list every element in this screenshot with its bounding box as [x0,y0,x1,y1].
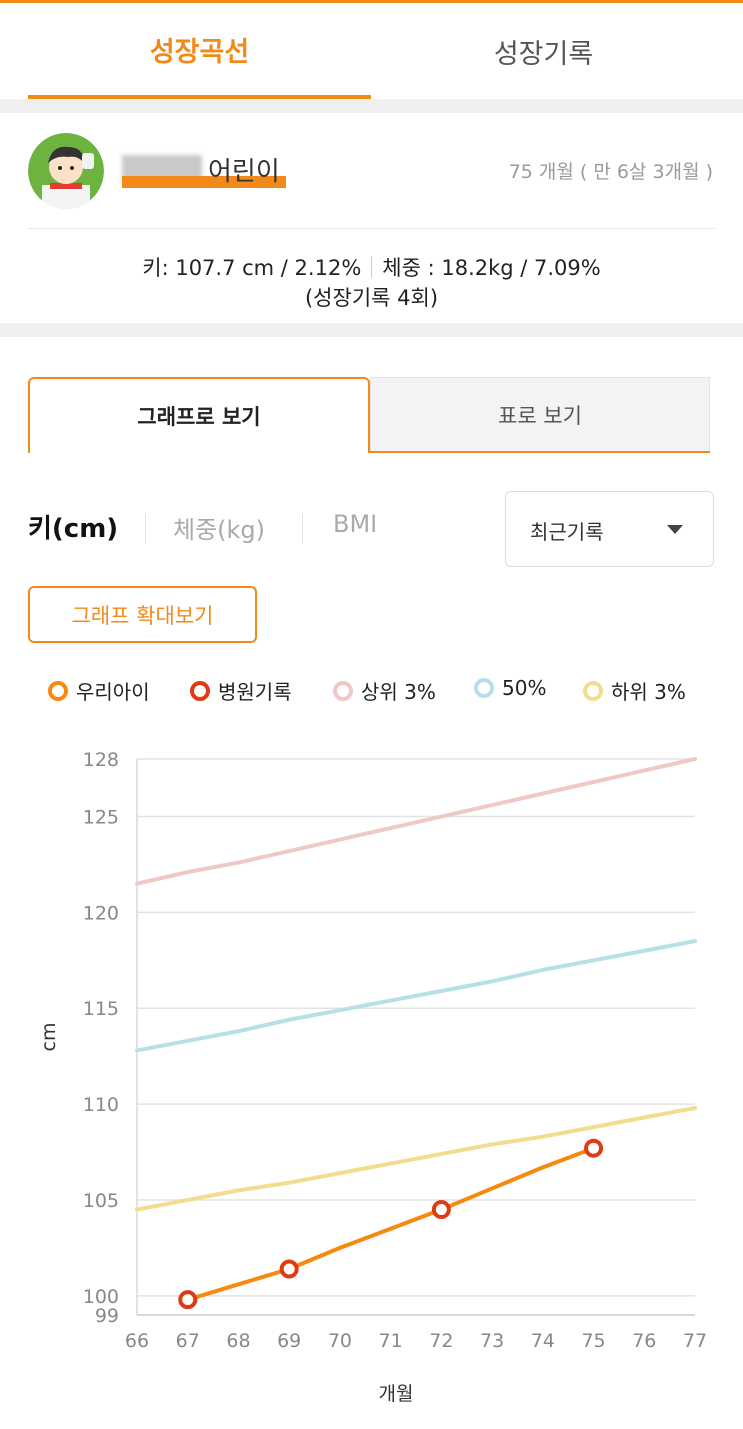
metric-height[interactable]: 키(cm) [28,508,118,545]
x-tick-label: 75 [581,1330,605,1352]
series-line-p50 [135,939,697,1053]
growth-chart: 99100 105 110 115 120 125 128 66 67 68 69 70 71 72 73 7… [38,749,707,1405]
section-separator [0,99,743,113]
x-tick-label: 67 [176,1330,200,1352]
data-point [178,1290,198,1310]
x-tick-label: 72 [429,1330,453,1352]
x-axis-label: 개월 [379,1383,414,1405]
graph-zoom-button[interactable]: 그래프 확대보기 [28,586,257,643]
y-axis-label: cm [38,1023,60,1052]
series-line-top3 [135,757,697,886]
y-tick-label: 100 [83,1286,119,1308]
legend-marker-icon [48,680,68,701]
select-value: 최근기록 [530,520,604,544]
child-profile: 어린이 75 개월 ( 만 6살 3개월 ) 키: 107.7 cm / 2.1… [0,113,743,323]
tab-table-view[interactable]: 표로 보기 [370,377,710,451]
legend-hospital: 병원기록 [190,676,292,705]
tab-underline [370,451,710,453]
metric-weight[interactable]: 체중(kg) [173,510,265,545]
stat-divider [371,256,373,278]
avatar [28,133,104,209]
y-tick-label: 120 [83,902,119,924]
x-tick-label: 71 [379,1330,403,1352]
tab-growth-records[interactable]: 성장기록 [372,3,715,99]
data-point [584,1138,604,1158]
y-tick-label: 125 [83,807,119,829]
legend-marker-icon [474,678,494,698]
legend-mine: 우리아이 [48,676,150,705]
record-range-select[interactable]: 최근기록 [505,491,714,567]
legend-marker-icon [333,680,353,701]
x-tick-label: 74 [531,1330,555,1352]
x-tick-label: 70 [328,1330,352,1352]
legend-bottom3: 하위 3% [583,676,686,705]
x-tick-label: 66 [125,1330,149,1352]
y-tick-label: 99 [95,1305,119,1327]
child-label: 어린이 [208,157,280,187]
legend-top3: 상위 3% [333,676,436,705]
height-stat: 키: 107.7 cm / 2.12% [142,256,362,280]
series-line-bottom3 [135,1105,697,1212]
avatar-icon [28,133,104,209]
x-tick-label: 73 [480,1330,504,1352]
metric-bmi[interactable]: BMI [333,510,377,538]
record-count: (성장기록 4회) [304,286,439,310]
x-tick-label: 69 [277,1330,301,1352]
growth-stats: 키: 107.7 cm / 2.12% 체중 : 18.2kg / 7.09% (… [0,253,743,313]
legend-label: 상위 3% [361,680,436,704]
chevron-down-icon [667,525,683,534]
chart-legend: 우리아이 병원기록 상위 3% 50% 하위 3% [0,676,743,706]
x-tick-label: 68 [226,1330,250,1352]
tab-graph-view[interactable]: 그래프로 보기 [28,377,370,453]
legend-marker-icon [190,680,210,701]
view-tabs: 그래프로 보기 표로 보기 [28,377,710,453]
legend-marker-icon [583,680,603,701]
y-tick-label: 115 [83,998,119,1020]
metric-divider [302,514,303,544]
y-tick-label: 128 [83,749,119,771]
y-tick-label: 110 [83,1094,119,1116]
section-separator [0,323,743,337]
divider [28,228,715,229]
legend-p50: 50% [474,676,546,700]
data-point [279,1259,299,1279]
data-point [431,1200,451,1220]
age-text: 75 개월 ( 만 6살 3개월 ) [508,161,713,183]
y-tick-label: 105 [83,1190,119,1212]
metric-divider [145,514,146,544]
legend-label: 하위 3% [611,680,686,704]
series-line-mine [185,1146,596,1302]
x-tick-label: 76 [632,1330,656,1352]
legend-label: 50% [502,676,547,700]
legend-label: 우리아이 [76,680,150,704]
weight-stat: 체중 : 18.2kg / 7.09% [382,256,601,280]
legend-label: 병원기록 [218,680,292,704]
main-tabs: 성장곡선 성장기록 [0,3,743,99]
x-tick-label: 77 [683,1330,707,1352]
tab-growth-curve[interactable]: 성장곡선 [28,3,371,99]
